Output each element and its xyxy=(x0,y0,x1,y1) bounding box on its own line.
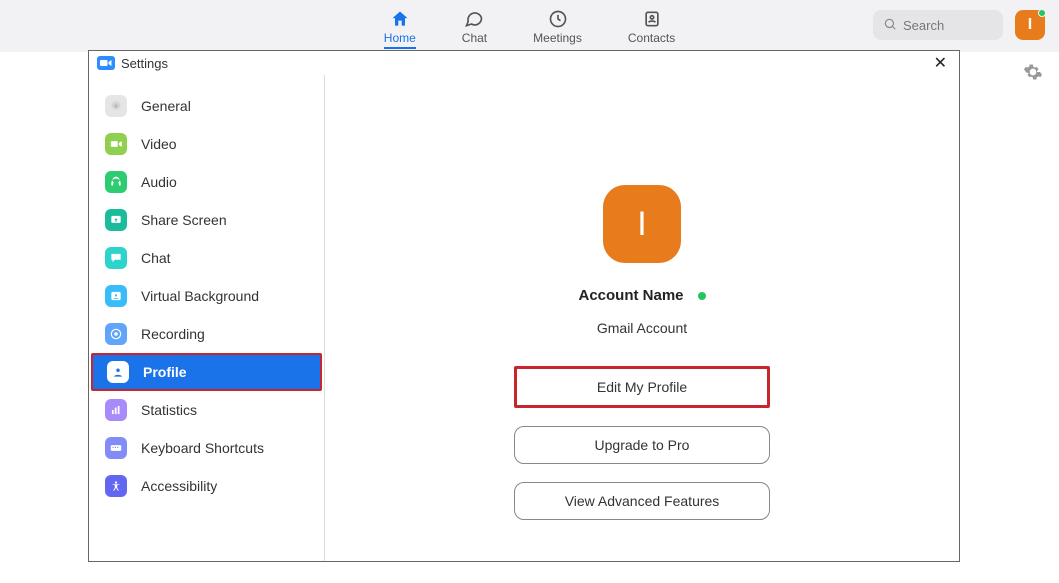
advanced-features-button[interactable]: View Advanced Features xyxy=(514,482,770,520)
sidebar-item-label: Statistics xyxy=(141,402,197,418)
edit-profile-button[interactable]: Edit My Profile xyxy=(514,366,770,408)
sidebar-item-keyboard-shortcuts[interactable]: Keyboard Shortcuts xyxy=(89,429,324,467)
sidebar-item-recording[interactable]: Recording xyxy=(89,315,324,353)
sidebar-item-label: Share Screen xyxy=(141,212,227,228)
sidebar-item-video[interactable]: Video xyxy=(89,125,324,163)
share-screen-icon xyxy=(105,209,127,231)
sidebar-item-label: Recording xyxy=(141,326,205,342)
search-input[interactable]: Search xyxy=(873,10,1003,40)
sidebar-item-chat[interactable]: Chat xyxy=(89,239,324,277)
home-icon xyxy=(390,9,410,29)
upgrade-button[interactable]: Upgrade to Pro xyxy=(514,426,770,464)
sidebar-item-statistics[interactable]: Statistics xyxy=(89,391,324,429)
nav-home[interactable]: Home xyxy=(384,9,416,49)
account-name: Account Name xyxy=(578,287,683,304)
sidebar-item-label: Accessibility xyxy=(141,478,217,494)
profile-panel: I Account Name Gmail Account Edit My Pro… xyxy=(325,75,959,561)
keyboard-icon xyxy=(105,437,127,459)
accessibility-icon xyxy=(105,475,127,497)
record-icon xyxy=(105,323,127,345)
settings-titlebar: Settings ✕ xyxy=(89,51,959,75)
nav-chat[interactable]: Chat xyxy=(462,9,487,45)
account-subtitle: Gmail Account xyxy=(597,320,687,336)
sidebar-item-label: Virtual Background xyxy=(141,288,259,304)
sidebar-item-profile[interactable]: Profile xyxy=(91,353,322,391)
sidebar-item-label: Video xyxy=(141,136,177,152)
chat-bubble-icon xyxy=(105,247,127,269)
profile-icon xyxy=(107,361,129,383)
nav-label: Meetings xyxy=(533,31,582,45)
nav-label: Contacts xyxy=(628,31,675,45)
contacts-icon xyxy=(642,9,662,29)
headphones-icon xyxy=(105,171,127,193)
chat-icon xyxy=(464,9,484,29)
sidebar-item-label: Profile xyxy=(143,364,187,380)
presence-dot-icon xyxy=(1038,9,1046,17)
avatar-initial: I xyxy=(1028,16,1032,34)
settings-sidebar: General Video Audio Share Screen Chat Vi… xyxy=(89,75,325,561)
sidebar-item-general[interactable]: General xyxy=(89,87,324,125)
user-avatar[interactable]: I xyxy=(1015,10,1045,40)
sidebar-item-accessibility[interactable]: Accessibility xyxy=(89,467,324,505)
zoom-logo-icon xyxy=(97,56,115,70)
avatar-initial: I xyxy=(637,205,646,244)
presence-dot-icon xyxy=(698,292,706,300)
sidebar-item-share-screen[interactable]: Share Screen xyxy=(89,201,324,239)
close-button[interactable]: ✕ xyxy=(930,53,951,73)
nav-contacts[interactable]: Contacts xyxy=(628,9,675,45)
sidebar-item-label: Keyboard Shortcuts xyxy=(141,440,264,456)
gear-icon xyxy=(105,95,127,117)
settings-title: Settings xyxy=(121,56,168,71)
settings-gear-button[interactable] xyxy=(1023,62,1043,87)
search-placeholder: Search xyxy=(903,18,944,33)
settings-window: Settings ✕ General Video Audio Share Scr… xyxy=(88,50,960,562)
nav-label: Home xyxy=(384,31,416,49)
search-icon xyxy=(883,17,897,34)
virtual-bg-icon xyxy=(105,285,127,307)
sidebar-item-audio[interactable]: Audio xyxy=(89,163,324,201)
header-right: Search I xyxy=(873,10,1045,40)
clock-icon xyxy=(548,9,568,29)
main-nav: Home Chat Meetings Contacts xyxy=(384,3,675,49)
app-header: Home Chat Meetings Contacts Search xyxy=(0,0,1059,52)
video-icon xyxy=(105,133,127,155)
sidebar-item-label: General xyxy=(141,98,191,114)
nav-label: Chat xyxy=(462,31,487,45)
sidebar-item-virtual-background[interactable]: Virtual Background xyxy=(89,277,324,315)
sidebar-item-label: Audio xyxy=(141,174,177,190)
profile-avatar: I xyxy=(603,185,681,263)
sidebar-item-label: Chat xyxy=(141,250,171,266)
nav-meetings[interactable]: Meetings xyxy=(533,9,582,45)
stats-icon xyxy=(105,399,127,421)
